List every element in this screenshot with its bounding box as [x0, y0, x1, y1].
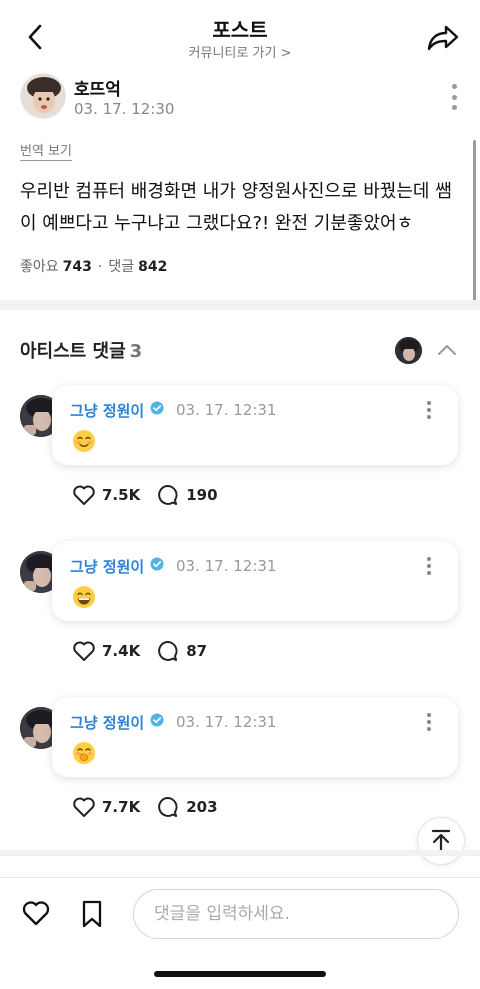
artist-comment: 그냥 정원이 03. 17. 12:31 7.5K 190 [0, 385, 480, 535]
comment-timestamp: 03. 17. 12:31 [176, 557, 277, 575]
comment-actions: 7.5K 190 [72, 483, 218, 507]
comment-bubble: 그냥 정원이 03. 17. 12:31 [52, 541, 458, 621]
comment-actions: 7.4K 87 [72, 639, 207, 663]
author-name[interactable]: 호뜨억 [74, 75, 121, 100]
app-header: 포스트 커뮤니티로 가기 > [0, 0, 480, 70]
comments-label: 댓글 [108, 259, 135, 275]
like-count: 7.5K [102, 486, 141, 504]
reply-count: 190 [186, 486, 218, 504]
vertical-dots-icon [427, 557, 431, 561]
commenter-name[interactable]: 그냥 정원이 [70, 712, 144, 733]
speech-bubble-icon[interactable] [156, 484, 178, 506]
like-count: 7.7K [102, 798, 141, 816]
likes-label: 좋아요 [20, 259, 59, 275]
bookmark-icon[interactable] [81, 900, 103, 928]
verified-badge-icon [150, 401, 164, 415]
vertical-dots-icon [451, 84, 457, 89]
comments-count: 842 [138, 259, 168, 275]
collapse-button[interactable] [436, 340, 458, 360]
bottom-bar-divider [0, 877, 480, 878]
chevron-up-icon [438, 345, 456, 355]
verified-badge-icon [150, 713, 164, 727]
page-title: 포스트 [212, 18, 268, 42]
comment-more-button[interactable] [426, 557, 432, 575]
verified-badge-icon [150, 557, 164, 571]
commenter-name[interactable]: 그냥 정원이 [70, 556, 144, 577]
speech-bubble-icon[interactable] [156, 640, 178, 662]
likes-count: 743 [62, 259, 92, 275]
heart-icon[interactable] [72, 796, 96, 818]
heart-icon[interactable] [72, 484, 96, 506]
comment-bubble: 그냥 정원이 03. 17. 12:31 [52, 697, 458, 777]
post-timestamp: 03. 17. 12:30 [74, 100, 175, 118]
comment-bubble: 그냥 정원이 03. 17. 12:31 [52, 385, 458, 465]
smiling-face-emoji [73, 430, 95, 452]
reply-count: 203 [186, 798, 218, 816]
comment-more-button[interactable] [426, 713, 432, 731]
vertical-dots-icon [427, 713, 431, 717]
artist-comment: 그냥 정원이 03. 17. 12:31 7.4K 87 [0, 541, 480, 691]
artist-comments-count: 3 [129, 341, 143, 362]
section-divider [0, 850, 480, 856]
hand-over-mouth-emoji [73, 742, 95, 764]
commenter-name[interactable]: 그냥 정원이 [70, 400, 144, 421]
like-count: 7.4K [102, 642, 141, 660]
community-link[interactable]: 커뮤니티로 가기 > [0, 42, 480, 61]
section-divider [0, 300, 480, 310]
post-body: 우리반 컴퓨터 배경화면 내가 양정원사진으로 바꿨는데 쌤이 예쁘다고 누구냐… [20, 181, 452, 234]
heart-icon[interactable] [72, 640, 96, 662]
grinning-face-emoji [73, 586, 95, 608]
share-button[interactable] [426, 22, 460, 54]
comment-timestamp: 03. 17. 12:31 [176, 713, 277, 731]
speech-bubble-icon[interactable] [156, 796, 178, 818]
artist-comment: 그냥 정원이 03. 17. 12:31 7.7K 203 [0, 697, 480, 847]
home-indicator [154, 971, 326, 977]
stats-separator: · [97, 259, 103, 275]
scrollbar[interactable] [473, 140, 476, 308]
author-avatar[interactable] [20, 73, 66, 119]
artist-comments-label: 아티스트 댓글 [20, 341, 126, 362]
reply-count: 87 [186, 642, 208, 660]
comment-actions: 7.7K 203 [72, 795, 218, 819]
post-more-button[interactable] [444, 80, 464, 114]
scroll-top-button[interactable] [417, 817, 465, 865]
artist-avatar[interactable] [395, 337, 422, 364]
post-stats: 좋아요 743 · 댓글 842 [20, 256, 167, 276]
artist-comments-title: 아티스트 댓글 3 [20, 337, 142, 363]
vertical-dots-icon [427, 401, 431, 405]
share-arrow-icon [427, 25, 459, 51]
comment-input[interactable] [133, 889, 459, 939]
comment-timestamp: 03. 17. 12:31 [176, 401, 277, 419]
translate-link[interactable]: 번역 보기 [20, 140, 72, 161]
heart-icon[interactable] [22, 900, 50, 926]
comment-more-button[interactable] [426, 401, 432, 419]
